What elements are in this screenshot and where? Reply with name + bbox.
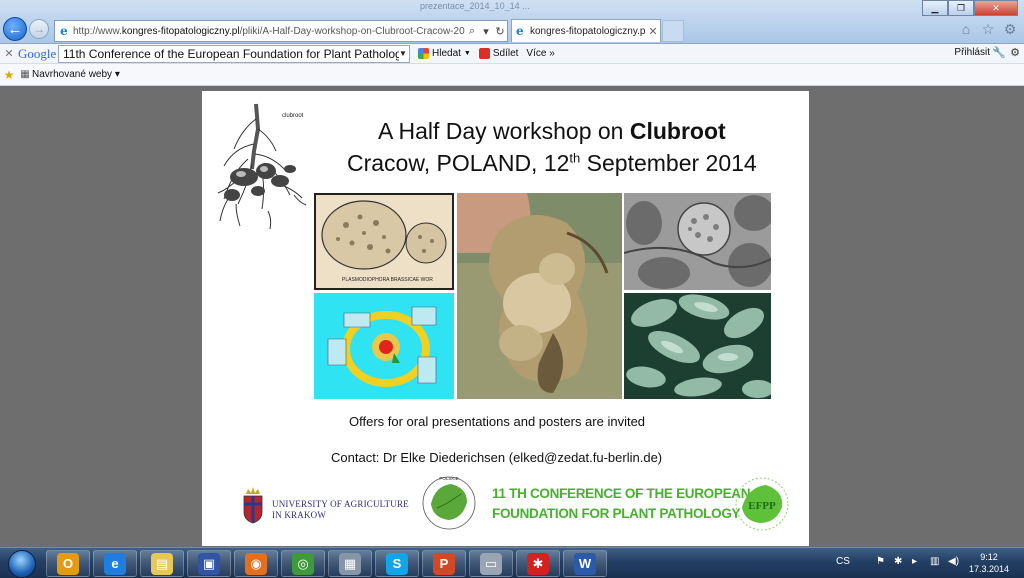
lifecycle-diagram: [314, 293, 454, 399]
arrow-left-icon: ←: [7, 20, 23, 38]
taskbar-word-button[interactable]: W: [563, 550, 607, 577]
university-name: UNIVERSITY OF AGRICULTURE IN KRAKOW: [272, 499, 409, 520]
volume-icon[interactable]: ◀): [948, 556, 959, 567]
gear-icon[interactable]: ⚙: [1002, 21, 1018, 38]
vice-button[interactable]: Více »: [526, 48, 554, 59]
taskbar-scanner-button[interactable]: ▭: [469, 550, 513, 577]
offers-text: Offers for oral presentations and poster…: [349, 414, 646, 429]
dropdown-icon[interactable]: ▾: [479, 25, 493, 38]
network-icon[interactable]: ▥: [930, 556, 939, 567]
search-icon[interactable]: ⌕: [465, 25, 479, 38]
sem-micrograph: [624, 193, 771, 290]
forward-button[interactable]: →: [29, 19, 49, 39]
google-search-input[interactable]: 11th Conference of the European Foundati…: [58, 44, 410, 63]
system-clock[interactable]: 9:12 17.3.2014: [967, 551, 1011, 575]
favorites-icon[interactable]: ★: [0, 68, 18, 82]
tab-pdf[interactable]: e kongres-fitopatologiczny.pl ✕: [511, 19, 661, 42]
scanner-icon: ▭: [480, 552, 502, 575]
bluetooth-icon[interactable]: ✱: [894, 556, 902, 567]
window-title: prezentace_2014_10_14 ...: [420, 1, 530, 11]
skype-icon: S: [386, 552, 408, 575]
infected-plants-photo: [624, 293, 771, 399]
suggested-sites-icon: ▦: [20, 69, 30, 80]
refresh-icon[interactable]: ↻: [493, 25, 507, 38]
close-toolbar-icon[interactable]: ✕: [0, 47, 18, 60]
windows-taskbar: Oe ▤ ▣ ◉ ◎ ▦ S P ▭ ✱ W CS ⚑ ✱ ▸ ▥ ◀) 9:12 17.3.201…: [0, 547, 1024, 578]
arrow-right-icon: →: [33, 22, 45, 36]
window-controls: ▁ ❐ ✕: [922, 0, 1018, 16]
efpp-text: EFPP: [748, 500, 776, 512]
start-button[interactable]: [2, 548, 42, 578]
taskbar-outlook-button[interactable]: O: [46, 550, 90, 577]
calculator-icon: ▦: [339, 552, 361, 575]
explorer-icon: ▤: [151, 552, 173, 575]
micrograph-caption: PLASMODIOPHORA BRASSICAE WOR: [342, 277, 433, 283]
google-toolbar: ✕ Google 11th Conference of the European…: [0, 44, 1024, 64]
close-window-button[interactable]: ✕: [974, 0, 1018, 16]
google-logo: Google: [18, 45, 57, 61]
conference-title: 11 TH CONFERENCE OF THE EUROPEAN FOUNDAT…: [492, 486, 751, 521]
taskbar-internet-explorer-button[interactable]: e: [93, 550, 137, 577]
outlook-icon: O: [57, 552, 79, 575]
new-tab-button[interactable]: [662, 20, 684, 42]
taskbar-explorer-button[interactable]: ▤: [140, 550, 184, 577]
taskbar-skype-button[interactable]: S: [375, 550, 419, 577]
address-url[interactable]: http://www.kongres-fitopatologiczny.pl/p…: [73, 26, 465, 37]
plasmodiophora-micrograph: PLASMODIOPHORA BRASSICAE WOR: [314, 193, 454, 290]
google-search-text: 11th Conference of the European Foundati…: [63, 46, 399, 61]
settings-icon[interactable]: ⚙: [1010, 46, 1020, 59]
language-indicator[interactable]: CS: [836, 556, 850, 567]
taskbar-save-button[interactable]: ▣: [187, 550, 231, 577]
internet-explorer-icon: e: [104, 552, 126, 575]
workshop-title: A Half Day workshop on Clubroot: [378, 118, 726, 144]
save-icon: ▣: [198, 552, 220, 575]
firefox-icon: ◉: [245, 552, 267, 575]
efpp-logo: EFPP: [735, 477, 789, 531]
ie-page-icon: e: [60, 24, 68, 38]
taskbar-chrome-button[interactable]: ◎: [281, 550, 325, 577]
suggested-sites-link[interactable]: Navrhované weby ▾: [32, 69, 120, 80]
sdilet-button[interactable]: Sdílet: [478, 48, 518, 59]
tab-label: kongres-fitopatologiczny.pl: [530, 25, 646, 37]
university-crest-icon: [243, 487, 263, 524]
browser-tools: ⌂ ☆ ⚙: [958, 21, 1018, 38]
tray-chevron-icon[interactable]: ▸: [912, 556, 917, 567]
taskbar-powerpoint-button[interactable]: P: [422, 550, 466, 577]
chevron-down-icon[interactable]: ▼: [399, 49, 409, 58]
browser-titlebar: prezentace_2014_10_14 ... ← → e http://w…: [0, 0, 1024, 44]
pdf-page: clubroot A Half Day workshop on Clubroot…: [202, 91, 809, 546]
clubroot-root-photo: [457, 193, 622, 399]
clubroot-drawing: [217, 103, 307, 230]
wrench-icon[interactable]: 🔧: [992, 46, 1006, 59]
google-search-icon: [418, 48, 429, 59]
polish-phytopathology-society-logo: POLSKIE: [422, 476, 476, 530]
address-bar[interactable]: e http://www.kongres-fitopatologiczny.pl…: [54, 20, 508, 42]
taskbar-firefox-button[interactable]: ◉: [234, 550, 278, 577]
word-icon: W: [574, 552, 596, 575]
workshop-date-location: Cracow, POLAND, 12th September 2014: [347, 150, 757, 176]
windows-logo-icon: [8, 549, 36, 578]
contact-text: Contact: Dr Elke Diederichsen (elked@zed…: [331, 450, 663, 465]
restore-button[interactable]: ❐: [948, 0, 974, 16]
favorites-star-icon[interactable]: ☆: [980, 21, 996, 38]
powerpoint-icon: P: [433, 552, 455, 575]
taskbar-calculator-button[interactable]: ▦: [328, 550, 372, 577]
share-icon: [478, 48, 490, 59]
chrome-icon: ◎: [292, 552, 314, 575]
minimize-button[interactable]: ▁: [922, 0, 948, 16]
svg-text:POLSKIE: POLSKIE: [439, 476, 458, 481]
ie-tab-icon: e: [516, 24, 524, 38]
back-button[interactable]: ←: [3, 17, 27, 41]
flag-icon[interactable]: ⚑: [876, 556, 885, 567]
red-app-icon: ✱: [527, 552, 549, 575]
taskbar-red-app-button[interactable]: ✱: [516, 550, 560, 577]
hledat-button[interactable]: Hledat ▼: [418, 48, 471, 59]
close-tab-icon[interactable]: ✕: [646, 25, 660, 38]
chevron-down-icon: ▼: [463, 50, 471, 57]
prihlasit-link[interactable]: Přihlásit: [954, 47, 990, 58]
clubroot-caption: clubroot: [282, 113, 304, 119]
favorites-bar: ★ ▦ Navrhované weby ▾: [0, 64, 1024, 86]
home-icon[interactable]: ⌂: [958, 21, 974, 38]
